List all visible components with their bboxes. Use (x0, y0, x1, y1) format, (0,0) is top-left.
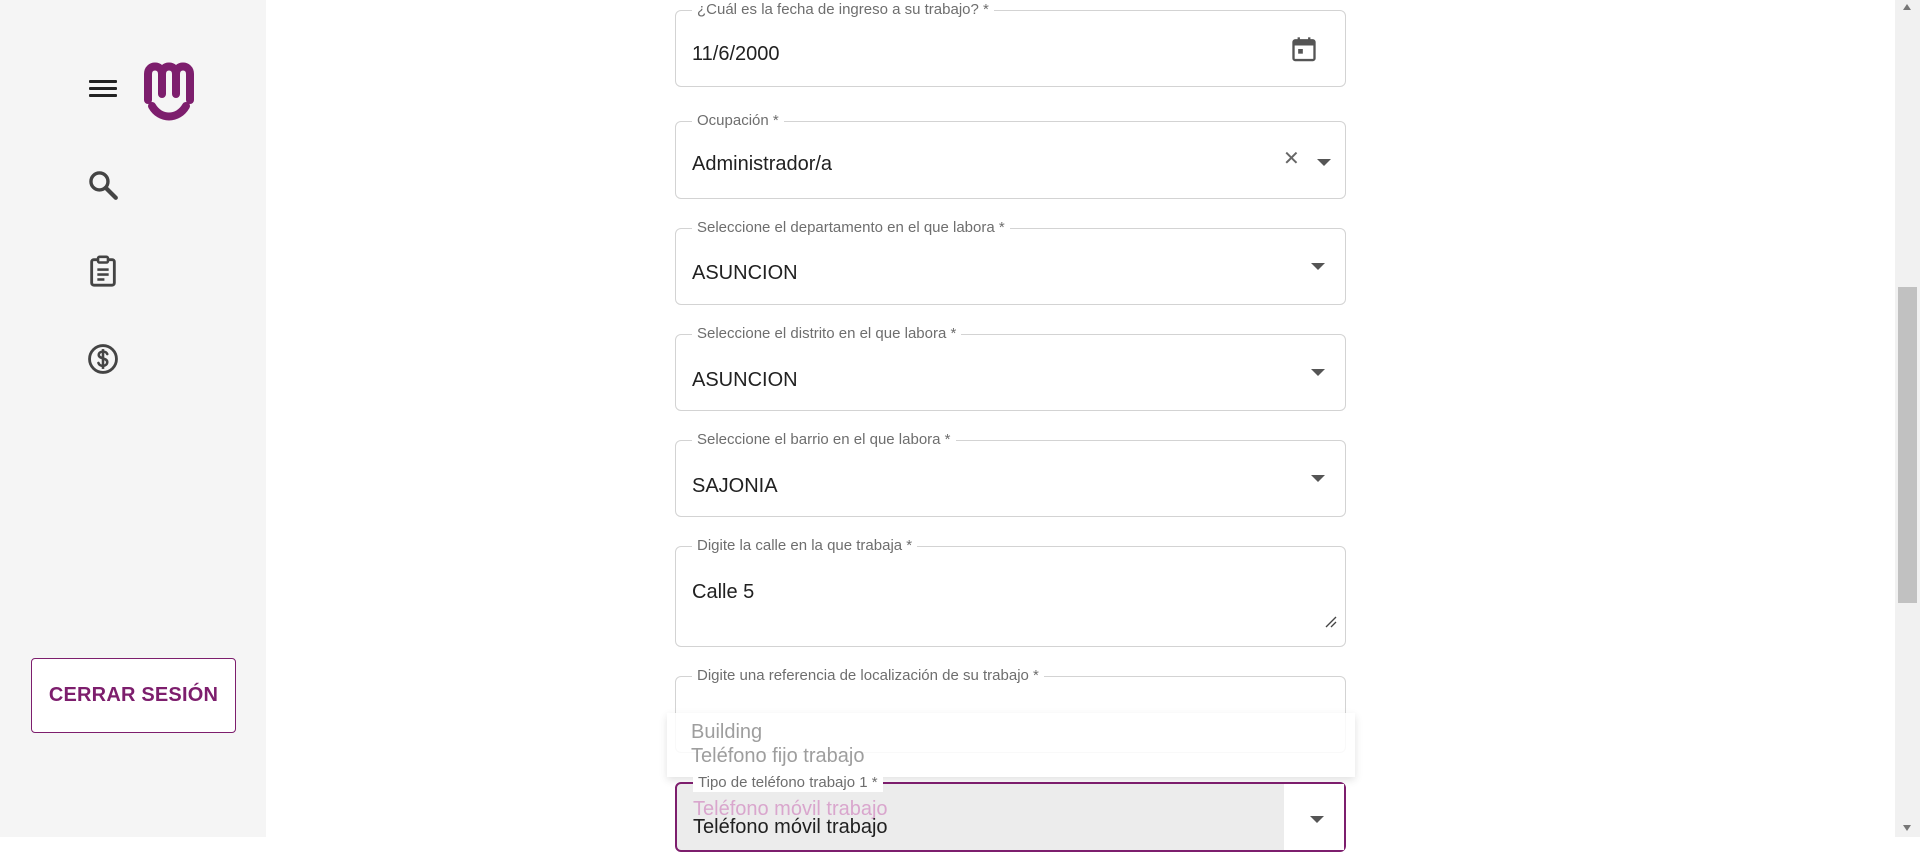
chevron-down-icon[interactable] (1317, 159, 1331, 166)
distrito-field[interactable]: Seleccione el distrito en el que labora … (675, 325, 1346, 411)
scroll-thumb[interactable] (1898, 287, 1917, 603)
ocupacion-label: Ocupación * (692, 112, 784, 130)
ocupacion-value[interactable]: Administrador/a (692, 152, 832, 176)
ocupacion-field[interactable]: Ocupación * Administrador/a ✕ (675, 112, 1346, 199)
departamento-field[interactable]: Seleccione el departamento en el que lab… (675, 219, 1346, 305)
page-scrollbar[interactable] (1895, 0, 1920, 837)
calendar-icon[interactable] (1290, 34, 1318, 64)
departamento-value[interactable]: ASUNCION (692, 261, 798, 285)
resize-handle-icon[interactable] (1323, 614, 1337, 628)
fecha-ingreso-value[interactable]: 11/6/2000 (692, 42, 780, 66)
barrio-value[interactable]: SAJONIA (692, 474, 778, 498)
barrio-field[interactable]: Seleccione el barrio en el que labora * … (675, 431, 1346, 517)
referencia-label: Digite una referencia de localización de… (692, 667, 1044, 685)
dollar-circle-icon[interactable] (86, 342, 120, 376)
menu-icon[interactable] (86, 76, 120, 102)
chevron-down-icon[interactable] (1311, 369, 1325, 376)
departamento-label: Seleccione el departamento en el que lab… (692, 219, 1010, 237)
barrio-label: Seleccione el barrio en el que labora * (692, 431, 956, 449)
tipo-telefono-field[interactable]: Tipo de teléfono trabajo 1 * Teléfono mó… (675, 774, 1346, 852)
brand-logo[interactable] (142, 60, 196, 122)
calle-label: Digite la calle en la que trabaja * (692, 537, 918, 555)
fecha-ingreso-label: ¿Cuál es la fecha de ingreso a su trabaj… (692, 1, 994, 19)
scroll-up-arrow[interactable] (1903, 4, 1911, 10)
calle-value[interactable]: Calle 5 (692, 580, 754, 604)
option-telefono-fijo[interactable]: Teléfono fijo trabajo (691, 744, 864, 768)
chevron-down-icon[interactable] (1310, 816, 1324, 823)
calle-field[interactable]: Digite la calle en la que trabaja * Call… (675, 537, 1346, 647)
phone-type-options: Building Teléfono fijo trabajo (667, 713, 1355, 777)
fecha-ingreso-field[interactable]: ¿Cuál es la fecha de ingreso a su trabaj… (675, 1, 1346, 87)
option-building[interactable]: Building (691, 720, 762, 744)
clipboard-icon[interactable] (86, 254, 120, 288)
chevron-down-icon[interactable] (1311, 475, 1325, 482)
close-icon[interactable]: ✕ (1283, 149, 1300, 169)
tipo-telefono-label: Tipo de teléfono trabajo 1 * (693, 774, 883, 792)
sidebar: CERRAR SESIÓN (0, 0, 266, 837)
chevron-down-icon[interactable] (1311, 263, 1325, 270)
scroll-down-arrow[interactable] (1903, 825, 1911, 831)
logout-button[interactable]: CERRAR SESIÓN (31, 658, 236, 733)
distrito-value[interactable]: ASUNCION (692, 368, 798, 392)
distrito-label: Seleccione el distrito en el que labora … (692, 325, 962, 343)
search-icon[interactable] (86, 168, 120, 202)
tipo-telefono-value[interactable]: Teléfono móvil trabajo (693, 815, 888, 839)
